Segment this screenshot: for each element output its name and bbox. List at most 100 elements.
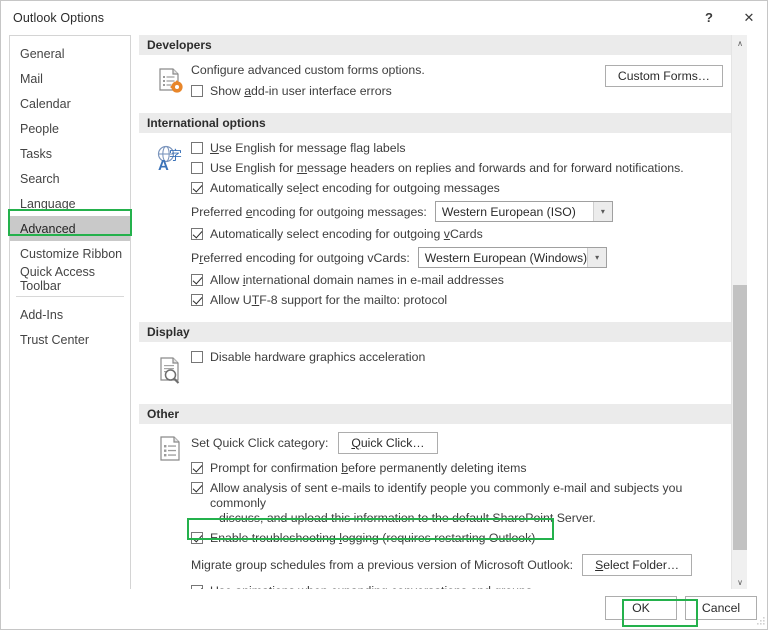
window-controls: ? ✕	[689, 1, 767, 34]
auto-encoding-messages-row[interactable]: Automatically select encoding for outgoi…	[191, 181, 731, 196]
allow-utf8-label: Allow UTF-8 support for the mailto: prot…	[210, 293, 448, 307]
sidebar-item-search[interactable]: Search	[10, 166, 130, 191]
sidebar-item-label: Trust Center	[20, 332, 90, 347]
chevron-down-icon: ▾	[592, 202, 612, 221]
scroll-body: Developers Configure advanced custom for…	[139, 35, 731, 590]
preferred-encoding-vcards-value: Western European (Windows)	[424, 250, 588, 265]
allow-analysis-line1: Allow analysis of sent e-mails to identi…	[210, 481, 683, 510]
migrate-label: Migrate group schedules from a previous …	[191, 558, 574, 572]
allow-idn-row[interactable]: Allow international domain names in e-ma…	[191, 273, 731, 288]
section-header-display: Display	[139, 322, 731, 342]
allow-idn-label: Allow international domain names in e-ma…	[210, 273, 504, 287]
other-group: Set Quick Click category: Quick Click… P…	[139, 432, 731, 590]
preferred-encoding-messages-value: Western European (ISO)	[441, 204, 576, 219]
sidebar-item-label: Tasks	[20, 146, 52, 161]
sidebar-item-trust-center[interactable]: Trust Center	[10, 327, 130, 352]
help-icon[interactable]: ?	[689, 1, 729, 34]
use-english-headers-row[interactable]: Use English for message headers on repli…	[191, 161, 731, 176]
use-english-headers-checkbox[interactable]	[191, 162, 203, 174]
sidebar-item-advanced[interactable]: Advanced	[10, 216, 130, 241]
content-scrollbar[interactable]: ∧ ∨	[731, 35, 747, 590]
allow-analysis-line2: discuss, and upload this information to …	[219, 511, 596, 525]
sidebar-item-label: Calendar	[20, 96, 71, 111]
sidebar-item-general[interactable]: General	[10, 41, 130, 66]
use-english-flags-row[interactable]: Use English for message flag labels	[191, 141, 731, 156]
show-addin-errors-label: Show add-in user interface errors	[210, 84, 392, 98]
custom-forms-icon	[153, 65, 185, 97]
prompt-delete-label: Prompt for confirmation before permanent…	[210, 461, 527, 475]
scrollbar-thumb[interactable]	[733, 285, 747, 550]
custom-forms-button[interactable]: Custom Forms…	[604, 65, 723, 87]
sidebar-item-customize-ribbon[interactable]: Customize Ribbon	[10, 241, 130, 266]
sidebar-item-label: Language	[20, 196, 76, 211]
sidebar-item-mail[interactable]: Mail	[10, 66, 130, 91]
sidebar-item-label: Search	[20, 171, 60, 186]
use-english-headers-label: Use English for message headers on repli…	[210, 161, 684, 175]
sidebar-divider	[16, 296, 124, 297]
auto-encoding-vcards-row[interactable]: Automatically select encoding for outgoi…	[191, 227, 731, 242]
disable-hw-accel-checkbox[interactable]	[191, 351, 203, 363]
title-bar: Outlook Options ? ✕	[1, 1, 767, 34]
scroll-down-arrow-icon[interactable]: ∨	[732, 574, 747, 590]
allow-analysis-row[interactable]: Allow analysis of sent e-mails to identi…	[191, 481, 731, 526]
close-icon[interactable]: ✕	[729, 1, 767, 34]
resize-grip-icon[interactable]	[756, 616, 766, 626]
ok-button[interactable]: OK	[605, 596, 677, 620]
language-translate-icon: A 字	[153, 143, 185, 175]
auto-encoding-messages-checkbox[interactable]	[191, 182, 203, 194]
scroll-up-arrow-icon[interactable]: ∧	[732, 35, 747, 51]
select-folder-button[interactable]: Select Folder…	[582, 554, 693, 576]
quick-click-label: Set Quick Click category:	[191, 436, 329, 450]
show-addin-errors-checkbox[interactable]	[191, 85, 203, 97]
svg-text:字: 字	[169, 148, 182, 163]
footer-buttons: OK Cancel	[605, 596, 757, 620]
dialog-footer: OK Cancel	[1, 589, 767, 629]
prompt-delete-row[interactable]: Prompt for confirmation before permanent…	[191, 461, 731, 476]
prompt-delete-checkbox[interactable]	[191, 462, 203, 474]
use-english-flags-checkbox[interactable]	[191, 142, 203, 154]
sidebar-item-people[interactable]: People	[10, 116, 130, 141]
options-content-pane: Developers Configure advanced custom for…	[139, 35, 747, 590]
chevron-down-icon: ▾	[587, 248, 607, 267]
window-title: Outlook Options	[13, 10, 105, 25]
allow-utf8-row[interactable]: Allow UTF-8 support for the mailto: prot…	[191, 293, 731, 308]
enable-logging-checkbox[interactable]	[191, 532, 203, 544]
disable-hw-accel-row[interactable]: Disable hardware graphics acceleration	[191, 350, 731, 365]
section-header-international: International options	[139, 113, 731, 133]
auto-encoding-messages-label: Automatically select encoding for outgoi…	[210, 181, 500, 195]
section-header-other: Other	[139, 404, 731, 424]
sidebar-item-label: Customize Ribbon	[20, 246, 123, 261]
developers-group: Configure advanced custom forms options.…	[139, 63, 731, 99]
sidebar-item-calendar[interactable]: Calendar	[10, 91, 130, 116]
cancel-button[interactable]: Cancel	[685, 596, 757, 620]
allow-utf8-checkbox[interactable]	[191, 294, 203, 306]
sidebar-item-label: Mail	[20, 71, 43, 86]
sidebar-item-language[interactable]: Language	[10, 191, 130, 216]
sidebar-item-label: Quick Access Toolbar	[20, 264, 96, 293]
display-preview-icon	[153, 354, 185, 386]
quick-click-row: Set Quick Click category: Quick Click…	[191, 432, 731, 454]
allow-idn-checkbox[interactable]	[191, 274, 203, 286]
use-english-flags-label: Use English for message flag labels	[210, 141, 406, 155]
migrate-group-schedules-row: Migrate group schedules from a previous …	[191, 554, 731, 576]
sidebar-item-label: Add-Ins	[20, 307, 64, 322]
preferred-encoding-messages-row: Preferred encoding for outgoing messages…	[191, 201, 731, 222]
outlook-options-dialog: Outlook Options ? ✕ General Mail Calenda…	[0, 0, 768, 630]
quick-click-list-icon	[153, 434, 185, 466]
allow-analysis-checkbox[interactable]	[191, 482, 203, 494]
international-group: A 字 Use English for message flag labels …	[139, 141, 731, 308]
sidebar-item-tasks[interactable]: Tasks	[10, 141, 130, 166]
sidebar-item-label: General	[20, 46, 65, 61]
preferred-encoding-messages-dropdown[interactable]: Western European (ISO) ▾	[434, 201, 613, 222]
enable-logging-row[interactable]: Enable troubleshooting logging (requires…	[191, 531, 731, 546]
sidebar-item-label: People	[20, 121, 59, 136]
auto-encoding-vcards-checkbox[interactable]	[191, 228, 203, 240]
svg-text:A: A	[158, 157, 169, 174]
sidebar-item-label: Advanced	[20, 221, 76, 236]
sidebar-nav: General Mail Calendar People Tasks Searc…	[9, 35, 131, 590]
preferred-encoding-vcards-dropdown[interactable]: Western European (Windows) ▾	[417, 247, 608, 268]
sidebar-item-add-ins[interactable]: Add-Ins	[10, 302, 130, 327]
custom-forms-description: Configure advanced custom forms options.	[191, 63, 425, 77]
quick-click-button[interactable]: Quick Click…	[338, 432, 438, 454]
sidebar-item-quick-access-toolbar[interactable]: Quick Access Toolbar	[10, 264, 130, 293]
